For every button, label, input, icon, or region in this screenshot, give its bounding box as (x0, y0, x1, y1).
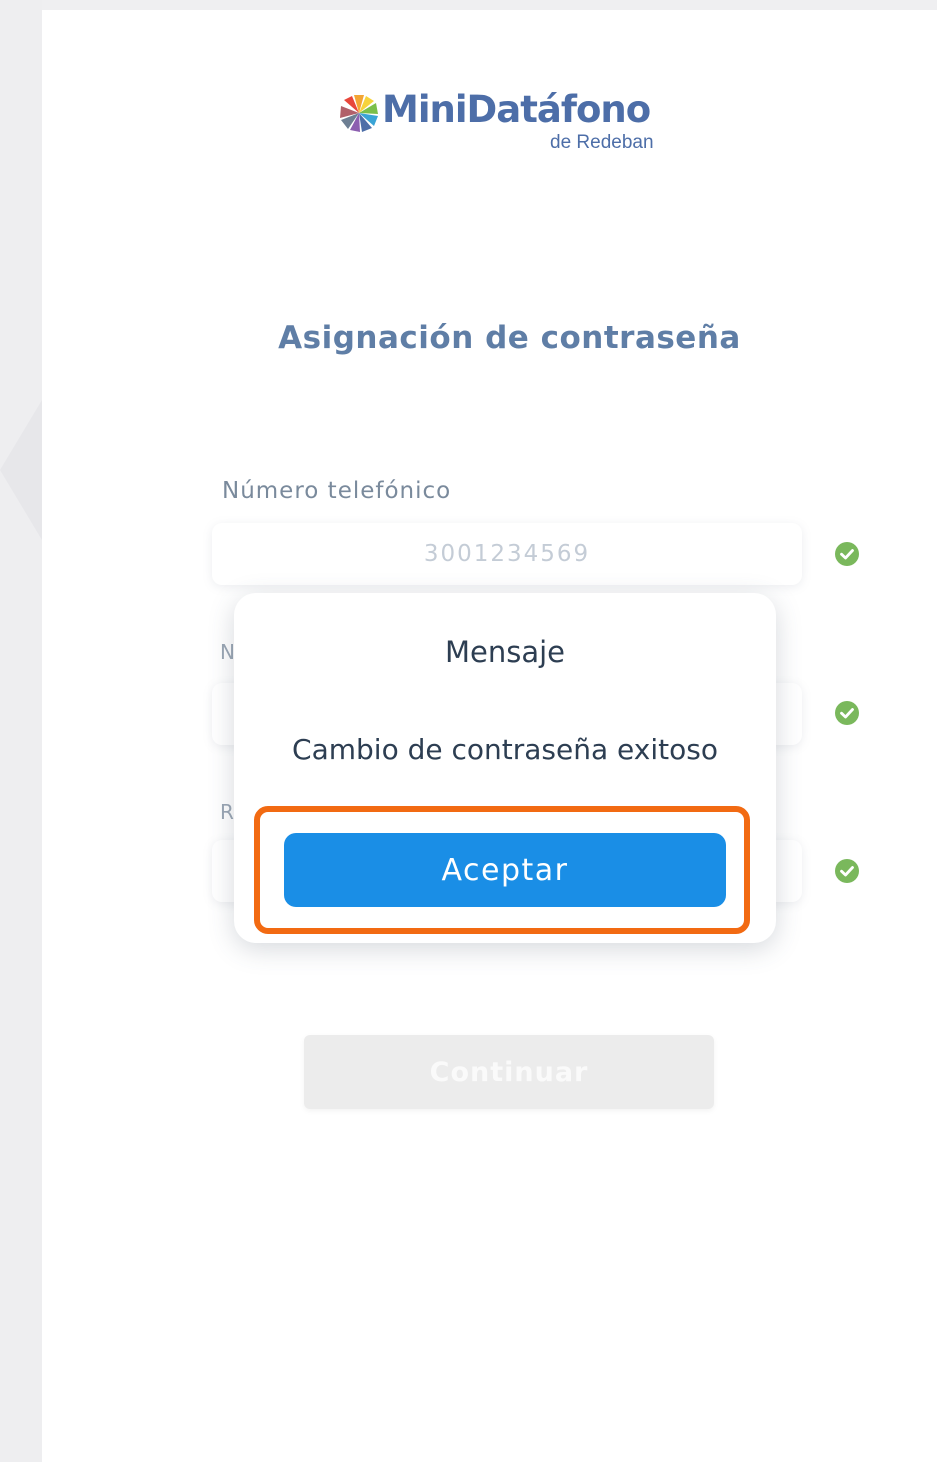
minidatafono-logo-icon (340, 95, 378, 132)
phone-value: 3001234569 (423, 541, 591, 567)
dialog-message: Cambio de contraseña exitoso (292, 733, 718, 766)
check-circle-icon (835, 859, 859, 883)
phone-field[interactable]: 3001234569 (212, 523, 802, 585)
repeat-password-label: R (220, 800, 234, 824)
app-logo: MiniDatáfono de Redeban (338, 88, 678, 170)
logo-subtitle: de Redeban (550, 132, 654, 153)
page-title: Asignación de contraseña (278, 320, 741, 356)
dialog-title: Mensaje (444, 635, 566, 669)
new-password-label: N (220, 640, 235, 664)
phone-label: Número telefónico (222, 478, 452, 504)
logo-name: MiniDatáfono (382, 88, 651, 131)
app-screen: MiniDatáfono de Redeban Asignación de co… (0, 0, 937, 1462)
top-band (42, 0, 937, 10)
accept-button[interactable]: Aceptar (284, 833, 726, 907)
background-panel (0, 0, 42, 1462)
back-arrow-shape (0, 400, 42, 540)
check-circle-icon (835, 542, 859, 566)
check-circle-icon (835, 701, 859, 725)
login-screen: MiniDatáfono de Redeban Asignación de co… (42, 10, 937, 1462)
continue-button[interactable]: Continuar (304, 1035, 714, 1109)
message-dialog: Mensaje Cambio de contraseña exitoso Ace… (234, 593, 776, 943)
